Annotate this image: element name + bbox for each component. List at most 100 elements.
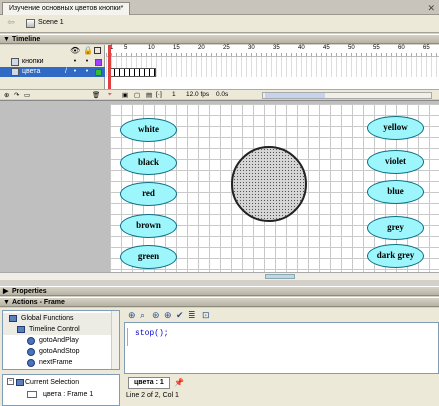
lock-icon[interactable]: 🔒 [83,46,93,55]
script-editor[interactable]: stop(); [124,322,439,374]
timeline-scrollbar[interactable] [262,92,432,99]
navigator-item[interactable]: цвета : Frame 1 [3,389,111,400]
trash-icon[interactable]: 🗑 [92,91,100,99]
timeline-title: Timeline [12,36,41,43]
scene-label[interactable]: Scene 1 [38,19,64,26]
center-frame-icon[interactable]: ⌖ [108,91,112,99]
pencil-icon: / [65,68,67,75]
eye-icon[interactable]: 👁 [70,46,80,55]
code-hint-icon[interactable]: ⊡ [202,310,210,321]
scroll-thumb[interactable] [265,93,325,98]
color-button-green[interactable]: green [120,245,177,269]
target-path-icon[interactable]: ⊕ [164,310,172,321]
layer-name: кнопки [22,58,44,65]
function-icon [27,348,35,356]
keyframe-span[interactable] [108,68,156,77]
lock-dot[interactable]: • [83,67,91,77]
document-tab-bar: Изучение основных цветов кнопки* ✕ [0,0,439,15]
properties-panel-header[interactable]: ▶ Properties [0,286,439,296]
scroll-thumb[interactable] [265,274,295,279]
ruler-number: 20 [198,45,205,51]
auto-format-icon[interactable]: ≣ [188,310,196,321]
color-button-violet[interactable]: violet [367,150,424,174]
ruler-number: 15 [173,45,180,51]
expand-triangle-icon[interactable]: ▶ [3,287,8,296]
layer-icon [11,58,19,66]
add-action-icon[interactable]: ⊕ [128,310,136,321]
scene-bar: ⇦ Scene 1 [0,15,439,33]
stage-scrollbar[interactable] [0,272,439,280]
find-icon[interactable]: ⌕ [140,310,145,321]
actions-category-label: Global Functions [21,315,74,322]
frame-rate[interactable]: 12.0 fps [186,91,209,98]
color-button-grey[interactable]: grey [367,216,424,240]
layer-row-selected[interactable]: цвета / • • [0,67,105,77]
color-button-blue[interactable]: blue [367,180,424,204]
current-frame: 1 [172,91,176,98]
actions-title: Actions - Frame [12,299,65,306]
close-icon[interactable]: ✕ [427,3,435,14]
document-tab[interactable]: Изучение основных цветов кнопки* [2,2,131,15]
playhead[interactable] [108,45,111,89]
motion-guide-icon[interactable]: ↷ [14,91,19,99]
actions-function-item[interactable]: nextFrame [3,357,111,368]
navigator-label: цвета : Frame 1 [43,391,94,398]
check-syntax-icon[interactable]: ✔ [176,310,184,321]
color-button-red[interactable]: red [120,182,177,206]
timeline-panel-header[interactable]: ▼ Timeline [0,34,439,44]
actions-function-item[interactable]: gotoAndStop [3,346,111,357]
status-bar: Line 2 of 2, Col 1 [126,392,179,399]
actions-panel-header[interactable]: ▼ Actions - Frame [0,297,439,307]
color-button-dark-grey[interactable]: dark grey [367,244,424,268]
navigator-label: Current Selection [25,379,80,386]
visibility-dot[interactable]: • [71,67,79,77]
onion-skin-icon[interactable]: ▣ [122,91,128,99]
visibility-dot[interactable]: • [71,57,79,67]
actions-function-label: nextFrame [39,359,73,366]
onion-outline-icon[interactable]: ▢ [134,91,140,99]
script-code[interactable]: stop(); [135,329,169,338]
color-button-black[interactable]: black [120,151,177,175]
color-button-brown[interactable]: brown [120,214,177,238]
ruler-number: 50 [348,45,355,51]
stage-canvas[interactable]: white black red brown green yellow viole… [110,104,439,274]
edit-multiple-icon[interactable]: ▤ [146,91,152,99]
collapse-triangle-icon[interactable]: ▼ [3,35,10,44]
properties-title: Properties [12,288,47,295]
collapse-box-icon[interactable]: − [7,378,14,385]
layer-color-swatch[interactable] [95,59,102,66]
actions-function-label: gotoAndPlay [39,337,79,344]
frame-icon [27,391,37,398]
toolbox-scrollbar[interactable] [111,311,119,369]
actions-category[interactable]: Global Functions [3,313,111,324]
back-icon[interactable]: ⇦ [4,17,18,30]
layer-name: цвета [22,68,41,75]
layer-row[interactable]: кнопки • • [0,57,105,67]
collapse-triangle-icon[interactable]: ▼ [3,298,10,307]
add-layer-icon[interactable]: ⊕ [4,91,9,99]
color-button-yellow[interactable]: yellow [367,116,424,140]
selection-icon [16,379,24,386]
elapsed-time: 0.0s [216,91,229,98]
outline-icon[interactable] [94,47,101,54]
lock-dot[interactable]: • [83,57,91,67]
color-button-white[interactable]: white [120,118,177,142]
script-tab[interactable]: цвета : 1 [128,377,170,389]
navigator-item[interactable]: − Current Selection [3,377,111,388]
function-icon [27,359,35,367]
timeline-toolbar: ⊕ ↷ ▭ 🗑 ⌖ ▣ ▢ ▤ [·] 1 12.0 fps 0.0s [0,89,439,99]
layer-color-swatch[interactable] [95,69,102,76]
color-circle[interactable] [231,146,307,222]
ruler-number: 60 [398,45,405,51]
actions-category[interactable]: Timeline Control [3,324,111,335]
frame-ruler[interactable]: 1 5 10 15 20 25 30 35 40 45 50 55 60 65 [106,45,439,57]
replace-icon[interactable]: ⊛ [152,310,160,321]
actions-panel: Global Functions Timeline Control gotoAn… [0,308,439,406]
ruler-number: 65 [423,45,430,51]
actions-function-item[interactable]: gotoAndPlay [3,335,111,346]
onion-markers-icon[interactable]: [·] [156,91,162,98]
add-folder-icon[interactable]: ▭ [24,91,30,99]
ruler-number: 35 [273,45,280,51]
ruler-number: 5 [124,45,128,51]
pin-icon[interactable]: 📌 [174,378,184,387]
